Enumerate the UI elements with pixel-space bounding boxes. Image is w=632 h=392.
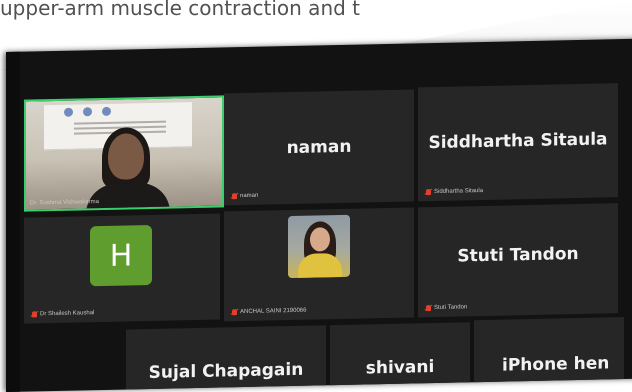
participant-tile-naman[interactable]: naman naman bbox=[224, 89, 414, 206]
participant-tile-iphone[interactable]: iPhone hen bbox=[474, 317, 624, 383]
mic-muted-icon bbox=[32, 311, 37, 318]
logo-icon bbox=[83, 107, 92, 117]
participant-name: naman bbox=[286, 136, 352, 159]
participant-tile-siddhartha[interactable]: Siddhartha Sitaula Siddhartha Sitaula bbox=[418, 83, 618, 202]
mic-muted-icon bbox=[426, 305, 431, 312]
participant-tile-shailesh[interactable]: H Dr Shailesh Kaushal bbox=[24, 213, 220, 324]
participant-name: Stuti Tandon bbox=[457, 244, 579, 267]
window-edge bbox=[6, 51, 20, 392]
participant-label: ANCHAL SAINI 2190066 bbox=[232, 308, 306, 316]
participant-label-text: naman bbox=[240, 192, 259, 200]
participant-tile-shivani[interactable]: shivani bbox=[330, 322, 470, 386]
mic-muted-icon bbox=[232, 309, 237, 316]
participant-tile-stuti[interactable]: Stuti Tandon Stuti Tandon bbox=[418, 203, 618, 318]
mic-muted-icon bbox=[232, 193, 237, 200]
participant-label: naman bbox=[232, 193, 258, 200]
participant-label-text: Stuti Tandon bbox=[434, 304, 468, 312]
participant-name: Sujal Chapagain bbox=[148, 359, 304, 384]
participant-name: Siddhartha Sitaula bbox=[428, 129, 608, 154]
participant-label: Siddhartha Sitaula bbox=[426, 188, 484, 196]
background-document-text: upper-arm muscle contraction and t bbox=[0, 0, 361, 20]
participant-label-text: ANCHAL SAINI 2190066 bbox=[240, 307, 307, 316]
participant-label: Dr Shailesh Kaushal bbox=[32, 310, 95, 318]
logo-icon bbox=[64, 107, 73, 117]
participant-tile-sujal[interactable]: Sujal Chapagain bbox=[126, 325, 326, 390]
participant-label-text: Dr Shailesh Kaushal bbox=[40, 310, 95, 318]
participant-name: iPhone hen bbox=[502, 353, 610, 376]
avatar: H bbox=[90, 224, 152, 287]
participant-label: Stuti Tandon bbox=[426, 304, 468, 312]
mic-muted-icon bbox=[426, 189, 431, 196]
meeting-window: Dr. Sushma Vishwakarma naman naman Siddh… bbox=[6, 38, 632, 392]
logo-icon bbox=[102, 106, 111, 116]
participant-face bbox=[108, 133, 144, 180]
participant-name: shivani bbox=[365, 357, 435, 379]
avatar bbox=[288, 214, 350, 279]
participant-tile-anchal[interactable]: ANCHAL SAINI 2190066 bbox=[224, 207, 414, 322]
participant-tile-active-speaker[interactable]: Dr. Sushma Vishwakarma bbox=[24, 95, 224, 212]
participant-label-text: Siddhartha Sitaula bbox=[434, 188, 484, 196]
